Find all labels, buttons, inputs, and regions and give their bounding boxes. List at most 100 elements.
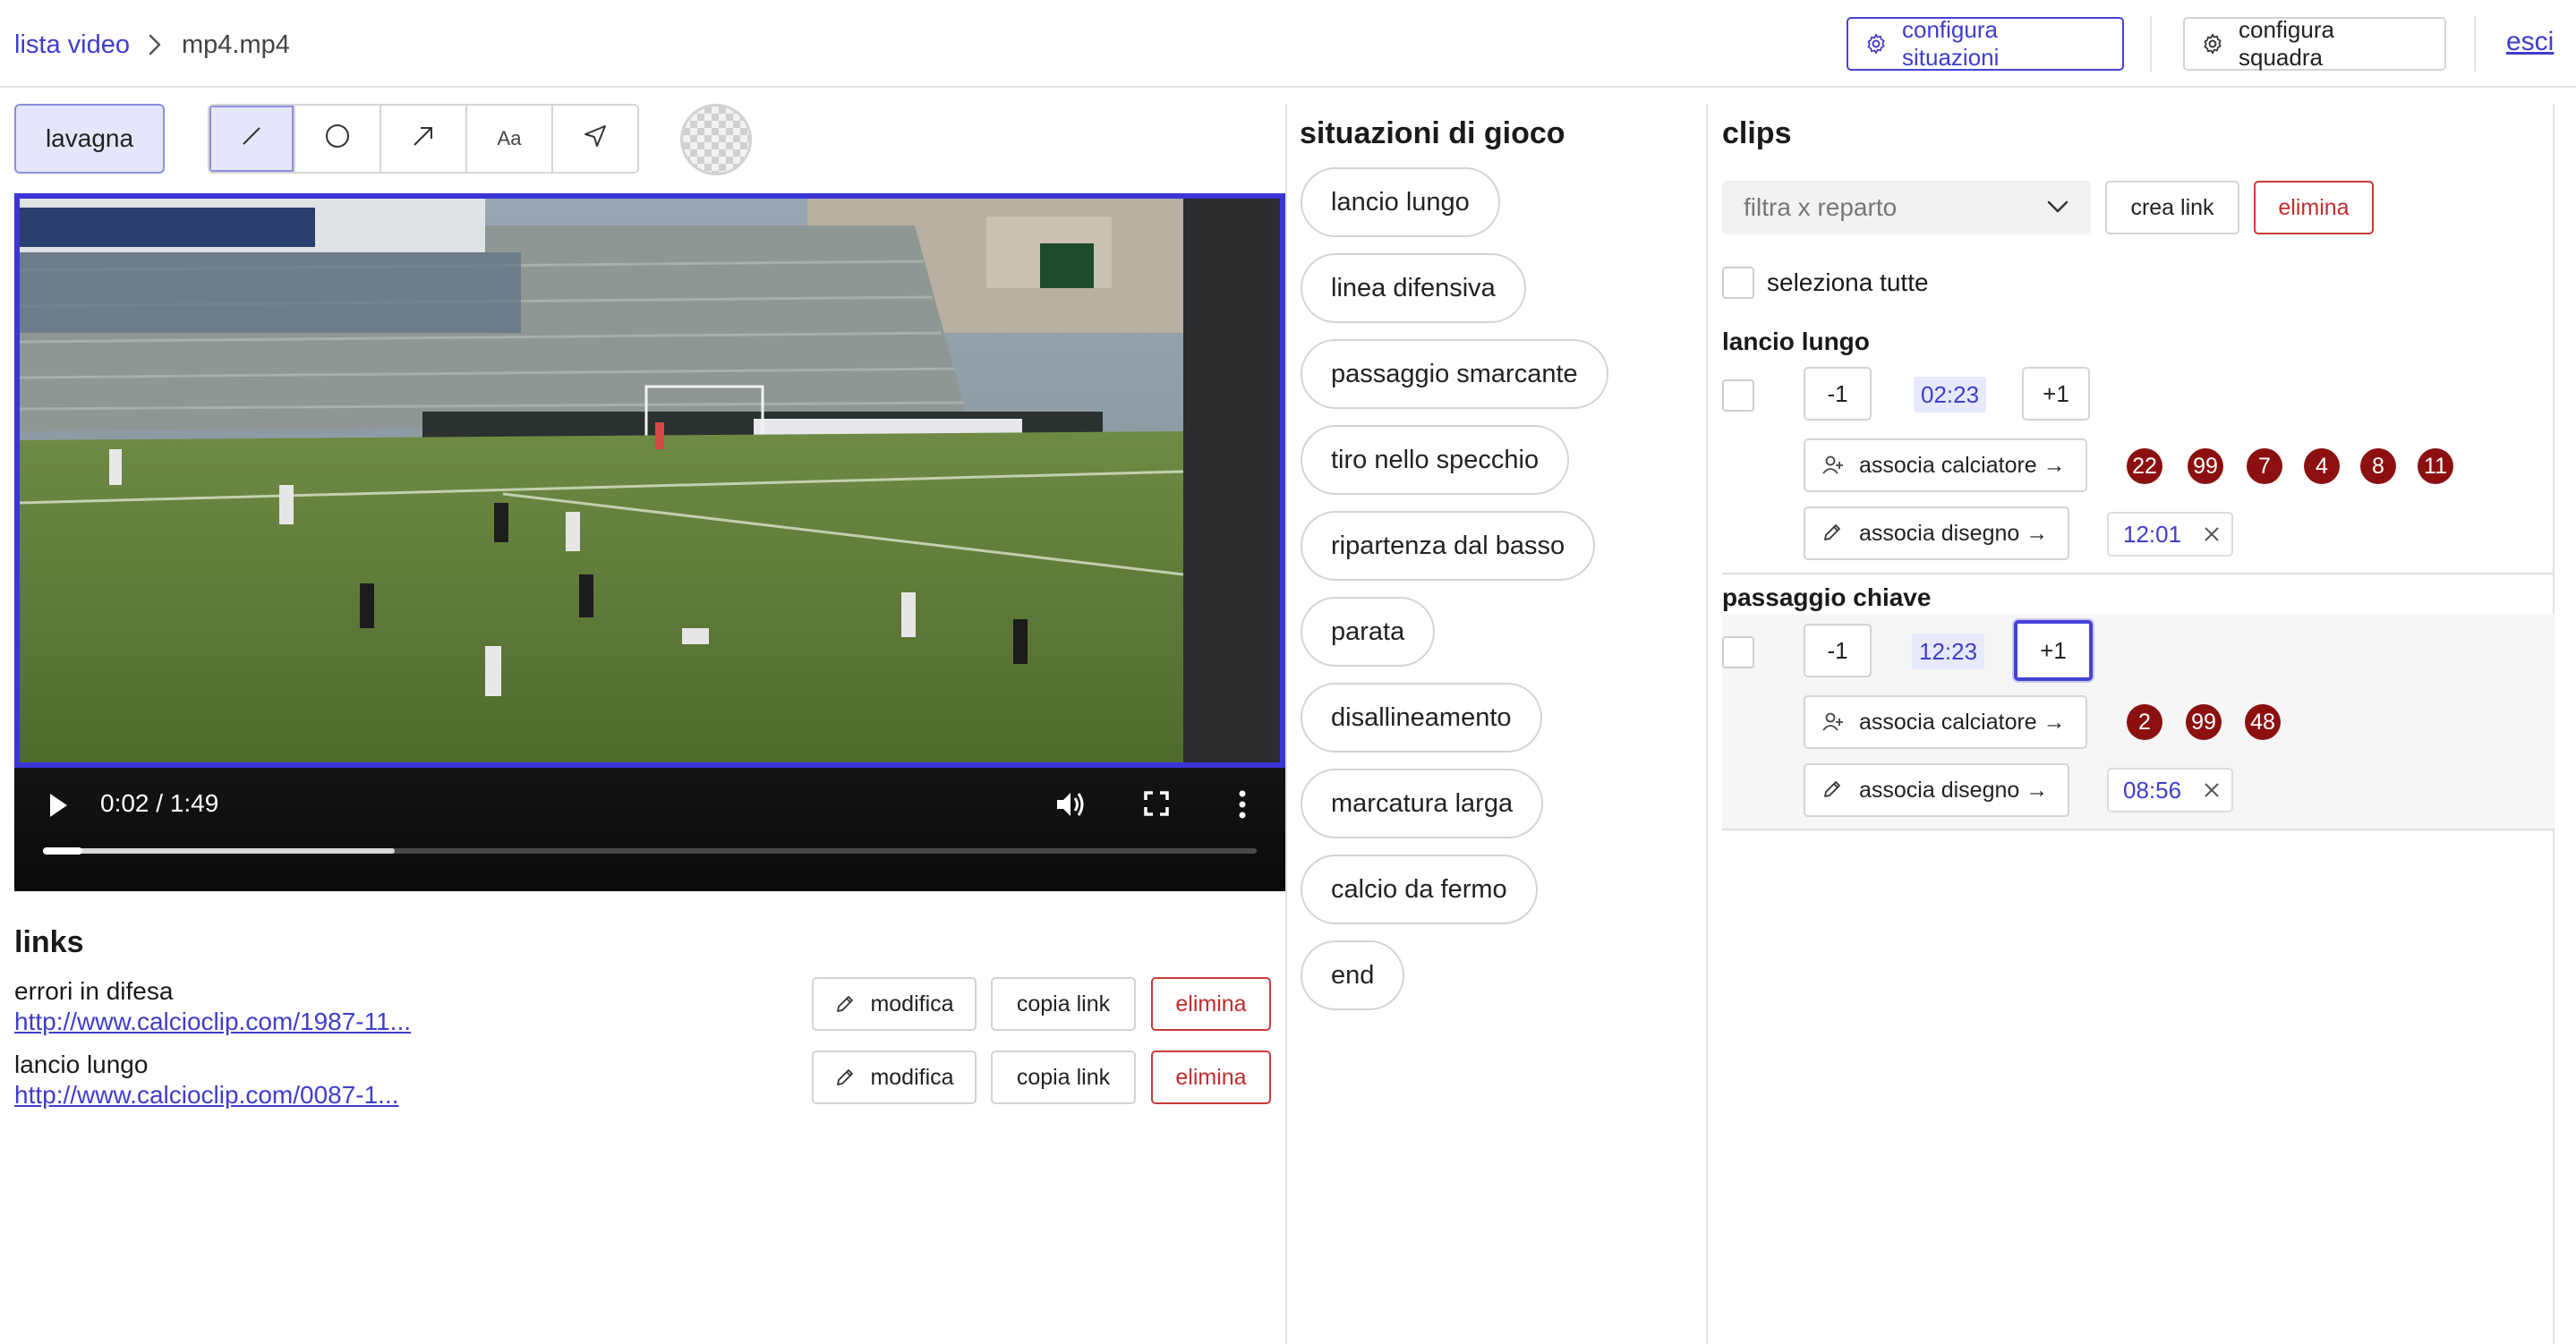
fullscreen-icon[interactable] [1142, 789, 1171, 822]
column-divider [1285, 104, 1287, 1344]
header-divider [2474, 16, 2476, 72]
situation-pill[interactable]: passaggio smarcante [1301, 339, 1608, 409]
column-divider [1706, 104, 1708, 1344]
situation-pill[interactable]: linea difensiva [1301, 253, 1526, 323]
player-number-badge[interactable]: 11 [2418, 448, 2453, 484]
link-row: errori in difesa http://www.calcioclip.c… [14, 977, 1271, 1040]
create-link-button[interactable]: crea link [2105, 181, 2239, 234]
player-number-badge[interactable]: 2 [2127, 704, 2162, 740]
text-tool-button[interactable]: Aa [467, 106, 553, 172]
player-number-badge[interactable]: 4 [2304, 448, 2340, 484]
department-filter-placeholder: filtra x reparto [1744, 193, 1898, 221]
situation-pill[interactable]: end [1301, 940, 1405, 1010]
player-number-badge[interactable]: 99 [2186, 704, 2222, 740]
link-url[interactable]: http://www.calcioclip.com/1987-11... [14, 1008, 411, 1036]
clip-group-title: passaggio chiave [1722, 583, 1932, 611]
player-number-badge[interactable]: 99 [2188, 448, 2223, 484]
more-options-icon[interactable] [1237, 789, 1248, 824]
link-name: errori in difesa [14, 977, 174, 1005]
delete-clips-button[interactable]: elimina [2254, 181, 2374, 234]
line-tool-button[interactable] [209, 106, 295, 172]
situation-pill[interactable]: lancio lungo [1301, 167, 1500, 237]
configure-situations-label: configura situazioni [1902, 16, 2000, 71]
plus-one-button[interactable]: +1 [2022, 367, 2090, 421]
header-divider [2150, 16, 2152, 72]
chevron-right-icon [148, 33, 162, 56]
video-player[interactable]: 0:02 / 1:49 [14, 193, 1285, 891]
associate-drawing-button[interactable]: associa disegno → [1804, 506, 2070, 560]
pencil-icon [1821, 778, 1845, 802]
edit-link-button[interactable]: modifica [812, 1051, 977, 1104]
links-section-title: links [14, 925, 84, 959]
link-url[interactable]: http://www.calcioclip.com/0087-1... [14, 1081, 399, 1110]
circle-tool-button[interactable] [295, 106, 381, 172]
clip-checkbox[interactable] [1722, 636, 1754, 668]
edit-link-button[interactable]: modifica [812, 977, 977, 1031]
group-divider [1722, 829, 2555, 830]
color-picker-button[interactable] [680, 104, 752, 175]
associate-player-button[interactable]: associa calciatore → [1804, 695, 2087, 749]
line-icon [238, 123, 265, 155]
select-all-label: seleziona tutte [1767, 268, 1929, 296]
associate-drawing-button[interactable]: associa disegno → [1804, 763, 2070, 817]
volume-icon[interactable] [1054, 789, 1087, 824]
gear-icon [1864, 32, 1888, 55]
pointer-tool-button[interactable] [553, 106, 637, 172]
clip-group-title: lancio lungo [1722, 327, 1870, 355]
player-number-badge[interactable]: 48 [2245, 704, 2281, 740]
clip-time-tag[interactable]: 02:23 [1914, 377, 1987, 413]
situation-pill[interactable]: tiro nello specchio [1301, 425, 1570, 495]
configure-team-label: configura squadra [2239, 16, 2334, 71]
breadcrumb: lista video mp4.mp4 [14, 27, 290, 63]
link-row: lancio lungo http://www.calcioclip.com/0… [14, 1051, 1271, 1113]
clip-checkbox[interactable] [1722, 379, 1754, 412]
breadcrumb-current-file: mp4.mp4 [181, 30, 290, 59]
video-progress-played [43, 847, 82, 855]
drawing-tools: Aa [208, 104, 639, 174]
pencil-icon [834, 993, 856, 1015]
delete-link-button[interactable]: elimina [1151, 1051, 1271, 1104]
situation-pill[interactable]: parata [1301, 597, 1436, 667]
exit-link[interactable]: esci [2506, 27, 2554, 57]
plus-one-button[interactable]: +1 [2014, 620, 2093, 681]
edit-link-label: modifica [870, 1064, 954, 1090]
associate-player-label: associa calciatore → [1859, 452, 2066, 478]
department-filter-select[interactable]: filtra x reparto [1722, 181, 2091, 234]
copy-link-button[interactable]: copia link [991, 1051, 1136, 1104]
close-icon[interactable] [2203, 525, 2221, 543]
minus-one-button[interactable]: -1 [1804, 624, 1872, 677]
board-button[interactable]: lavagna [14, 104, 165, 174]
text-icon: Aa [497, 127, 522, 149]
close-icon[interactable] [2203, 781, 2221, 799]
situation-pill[interactable]: ripartenza dal basso [1301, 511, 1596, 581]
configure-situations-button[interactable]: configura situazioni [1847, 16, 2124, 71]
breadcrumb-video-list-link[interactable]: lista video [14, 30, 130, 60]
associate-player-label: associa calciatore → [1859, 709, 2066, 735]
player-number-badge[interactable]: 7 [2247, 448, 2282, 484]
configure-team-button[interactable]: configura squadra [2183, 16, 2446, 71]
select-all-checkbox[interactable] [1722, 267, 1754, 299]
clips-title: clips [1722, 116, 1792, 150]
clip-time-tag[interactable]: 12:23 [1912, 634, 1985, 669]
copy-link-button[interactable]: copia link [991, 977, 1136, 1031]
play-icon[interactable] [47, 791, 70, 824]
minus-one-button[interactable]: -1 [1804, 367, 1872, 421]
video-frame[interactable] [14, 193, 1285, 768]
video-progress-bar[interactable] [43, 848, 1257, 854]
football-match-frame [20, 199, 1280, 762]
arrow-tool-button[interactable] [381, 106, 467, 172]
associate-player-button[interactable]: associa calciatore → [1804, 438, 2087, 492]
situation-pill[interactable]: marcatura larga [1301, 769, 1544, 838]
player-number-badge[interactable]: 8 [2360, 448, 2396, 484]
send-icon [582, 123, 609, 155]
drawing-tag: 12:01 [2107, 512, 2234, 557]
situation-pill[interactable]: disallineamento [1301, 683, 1542, 753]
video-progress-fill [43, 848, 396, 854]
player-number-badge[interactable]: 22 [2127, 448, 2162, 484]
situations-title: situazioni di gioco [1300, 116, 1565, 150]
delete-link-button[interactable]: elimina [1151, 977, 1271, 1031]
situation-pill[interactable]: calcio da fermo [1301, 855, 1538, 924]
drawing-time[interactable]: 08:56 [2123, 777, 2181, 804]
drawing-time[interactable]: 12:01 [2123, 521, 2181, 549]
group-divider [1722, 573, 2555, 574]
